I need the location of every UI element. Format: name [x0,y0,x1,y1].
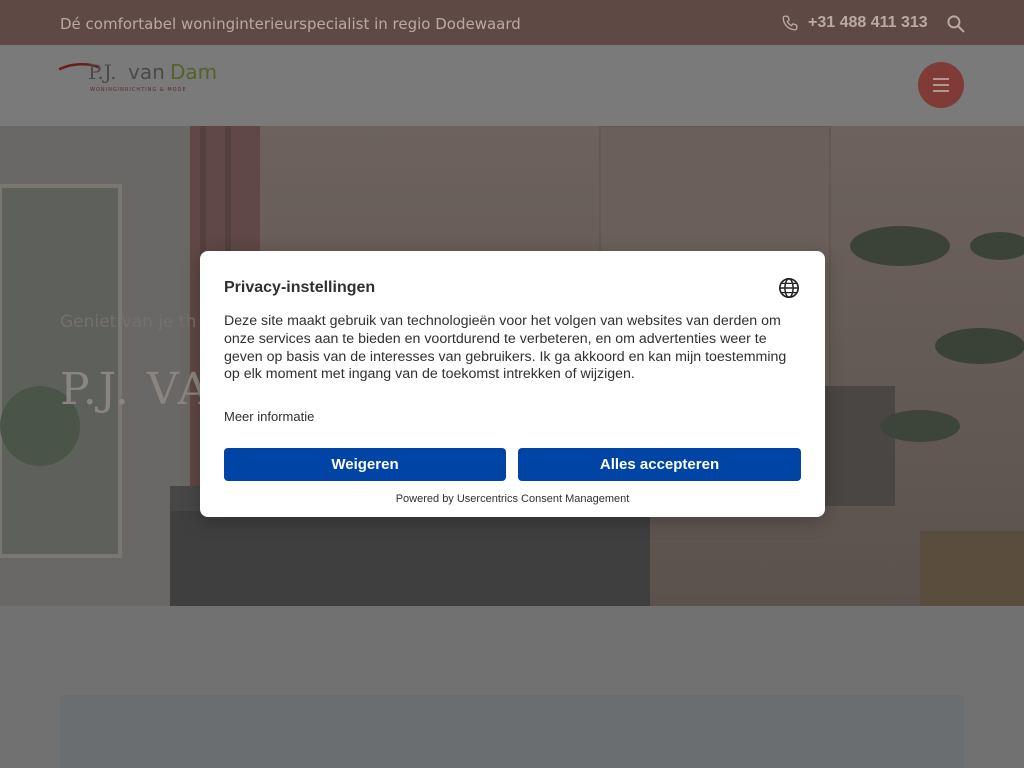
top-bar: Dé comfortabel woninginterieurspecialist… [0,0,1024,45]
hero-subtitle: Geniet van je th [60,312,197,332]
powered-by-text: Powered by Usercentrics Consent Manageme… [395,493,630,505]
content-card [60,695,964,768]
search-icon[interactable] [946,14,965,33]
dialog-description: Deze site maakt gebruik van technologieë… [224,313,787,383]
site-header: P.J. van Dam WONINGINRICHTING & MODE [0,45,1024,126]
logo-text-van: van [128,60,165,84]
hero-title: P.J. VA [60,364,212,415]
logo[interactable]: P.J. van Dam WONINGINRICHTING & MODE [58,57,228,107]
phone-number-link[interactable]: +31 488 411 313 [808,14,928,32]
more-info-link[interactable]: Meer informatie [224,409,314,424]
logo-text-dam: Dam [170,60,217,84]
globe-icon[interactable] [778,277,800,299]
phone-icon[interactable] [781,14,799,32]
tagline: Dé comfortabel woninginterieurspecialist… [60,15,521,33]
privacy-consent-dialog: Privacy-instellingen Deze site maakt geb… [200,251,825,517]
dialog-title: Privacy-instellingen [224,279,376,296]
accept-all-button[interactable]: Alles accepteren [518,448,801,481]
hamburger-menu-icon[interactable] [918,62,964,108]
logo-text-pj: P.J. [88,60,117,84]
deny-button[interactable]: Weigeren [224,448,506,481]
logo-subtext: WONINGINRICHTING & MODE [90,87,187,93]
